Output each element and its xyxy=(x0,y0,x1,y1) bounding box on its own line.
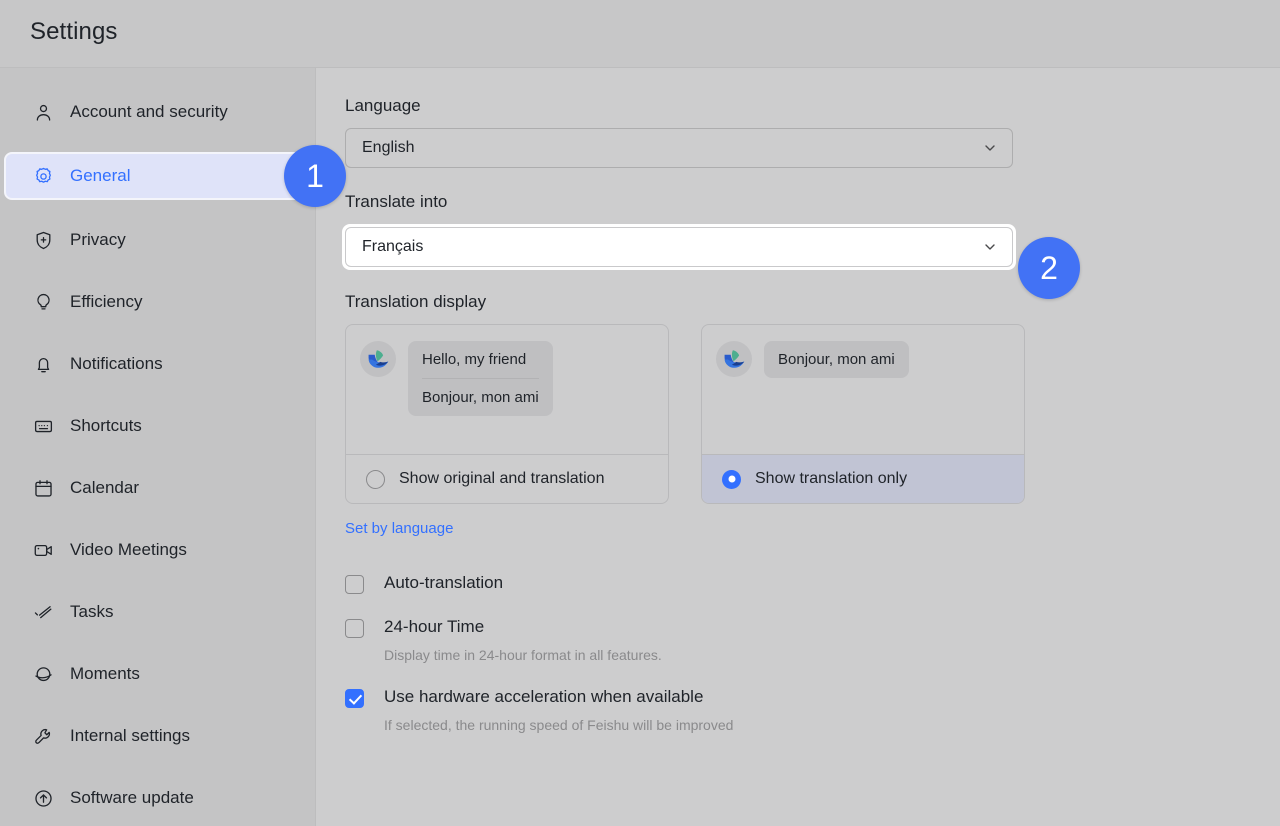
sidebar-item-general[interactable]: General xyxy=(4,152,309,200)
setting-row-24-hour-time[interactable]: 24-hour Time Display time in 24-hour form… xyxy=(345,616,1280,664)
setting-title: 24-hour Time xyxy=(384,616,662,638)
bell-icon xyxy=(32,353,54,375)
sidebar-item-moments[interactable]: Moments xyxy=(8,652,305,696)
feishu-logo-icon xyxy=(716,341,752,377)
sidebar-item-internal-settings[interactable]: Internal settings xyxy=(8,714,305,758)
window-titlebar: Settings xyxy=(0,0,1280,68)
sidebar-item-label: Tasks xyxy=(70,602,113,622)
translation-display-options: Hello, my friendBonjour, mon amiShow ori… xyxy=(345,324,1280,504)
sidebar-item-shortcuts[interactable]: Shortcuts xyxy=(8,404,305,448)
language-select[interactable]: English xyxy=(345,128,1013,168)
setting-text: Use hardware acceleration when available… xyxy=(384,686,733,734)
radio-unselected-icon[interactable] xyxy=(366,470,385,489)
calendar-icon xyxy=(32,477,54,499)
translate-into-field: Translate into Français xyxy=(345,192,1280,270)
feishu-logo-icon xyxy=(360,341,396,377)
sidebar-item-tasks[interactable]: Tasks xyxy=(8,590,305,634)
check-task-icon xyxy=(32,601,54,623)
translation-preview: Bonjour, mon ami xyxy=(702,325,1024,455)
shield-plus-icon xyxy=(32,229,54,251)
checkbox-checked-icon[interactable] xyxy=(345,689,364,708)
keyboard-icon xyxy=(32,415,54,437)
sidebar-item-label: Privacy xyxy=(70,230,126,250)
sidebar-item-label: Shortcuts xyxy=(70,416,142,436)
language-field: Language English xyxy=(345,96,1280,168)
translate-into-select[interactable]: Français xyxy=(345,227,1013,267)
gear-icon xyxy=(32,165,54,187)
sidebar-item-label: Notifications xyxy=(70,354,163,374)
setting-description: If selected, the running speed of Feishu… xyxy=(384,716,733,734)
page-title: Settings xyxy=(30,18,118,46)
lightbulb-icon xyxy=(32,291,54,313)
translation-display-choice-label: Show translation only xyxy=(755,470,907,488)
sidebar-item-privacy[interactable]: Privacy xyxy=(8,218,305,262)
translation-display-card-2[interactable]: Bonjour, mon ami Show translation only xyxy=(701,324,1025,504)
bubble-line: Hello, my friend xyxy=(422,351,539,379)
set-by-language-link[interactable]: Set by language xyxy=(345,520,453,537)
setting-title: Use hardware acceleration when available xyxy=(384,686,733,708)
chevron-down-icon xyxy=(982,239,998,255)
translate-into-label: Translate into xyxy=(345,192,1280,212)
sidebar-item-video-meetings[interactable]: Video Meetings xyxy=(8,528,305,572)
user-icon xyxy=(32,101,54,123)
translation-preview: Hello, my friendBonjour, mon ami xyxy=(346,325,668,455)
translation-display-card-1[interactable]: Hello, my friendBonjour, mon ami Show ori… xyxy=(345,324,669,504)
sidebar-item-software-update[interactable]: Software update xyxy=(8,776,305,820)
settings-window: Settings Account and security General Priv… xyxy=(0,0,1280,826)
arrow-up-circle-icon xyxy=(32,787,54,809)
radio-selected-icon[interactable] xyxy=(722,470,741,489)
sidebar-item-efficiency[interactable]: Efficiency xyxy=(8,280,305,324)
planet-icon xyxy=(32,663,54,685)
setting-text: Auto-translation xyxy=(384,572,503,594)
video-camera-icon xyxy=(32,539,54,561)
setting-row-auto-translation[interactable]: Auto-translation xyxy=(345,572,1280,594)
translation-display-choice-label: Show original and translation xyxy=(399,470,604,488)
sidebar-item-label: Video Meetings xyxy=(70,540,187,560)
sidebar-item-label: Software update xyxy=(70,788,194,808)
settings-sidebar: Account and security General Privacy Effici… xyxy=(0,68,316,826)
checkbox-unchecked-icon[interactable] xyxy=(345,575,364,594)
feishu-logo-icon xyxy=(365,346,391,372)
sidebar-item-label: Account and security xyxy=(70,102,228,122)
message-bubble: Bonjour, mon ami xyxy=(764,341,909,378)
step-badge-1: 1 xyxy=(284,145,346,207)
sidebar-item-calendar[interactable]: Calendar xyxy=(8,466,305,510)
settings-main-panel: Language English Translate into Français xyxy=(317,68,1280,826)
message-bubble: Hello, my friendBonjour, mon ami xyxy=(408,341,553,416)
sidebar-item-notifications[interactable]: Notifications xyxy=(8,342,305,386)
setting-row-use-hardware-acceleration-when-available[interactable]: Use hardware acceleration when available… xyxy=(345,686,1280,734)
translate-into-focus-ring: Français xyxy=(342,224,1016,270)
general-toggles: Auto-translation 24-hour Time Display time… xyxy=(345,572,1280,734)
bubble-line: Bonjour, mon ami xyxy=(422,379,539,406)
sidebar-item-account-and-security[interactable]: Account and security xyxy=(8,90,305,134)
step-badge-2: 2 xyxy=(1018,237,1080,299)
language-label: Language xyxy=(345,96,1280,116)
sidebar-item-label: Internal settings xyxy=(70,726,190,746)
sidebar-item-label: General xyxy=(70,166,130,186)
sidebar-item-label: Moments xyxy=(70,664,140,684)
checkbox-unchecked-icon[interactable] xyxy=(345,619,364,638)
setting-text: 24-hour Time Display time in 24-hour form… xyxy=(384,616,662,664)
translation-display-choice[interactable]: Show original and translation xyxy=(346,455,668,503)
translate-into-select-value: Français xyxy=(362,238,423,256)
language-select-value: English xyxy=(362,139,414,157)
sidebar-item-label: Calendar xyxy=(70,478,139,498)
translation-display-label: Translation display xyxy=(345,292,1280,312)
chevron-down-icon xyxy=(982,140,998,156)
setting-title: Auto-translation xyxy=(384,572,503,594)
feishu-logo-icon xyxy=(721,346,747,372)
wrench-icon xyxy=(32,725,54,747)
setting-description: Display time in 24-hour format in all fe… xyxy=(384,646,662,664)
bubble-line: Bonjour, mon ami xyxy=(778,351,895,368)
translation-display-section: Translation display Hello, my friendBonj… xyxy=(345,292,1280,538)
sidebar-item-label: Efficiency xyxy=(70,292,142,312)
translation-display-choice[interactable]: Show translation only xyxy=(702,455,1024,503)
